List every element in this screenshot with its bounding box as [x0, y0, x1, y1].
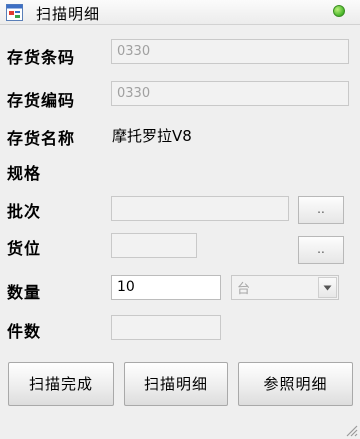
name-label: 存货名称 — [7, 129, 76, 148]
batch-label: 批次 — [7, 202, 42, 221]
qty-input[interactable]: 10 — [111, 275, 221, 300]
batch-field[interactable] — [111, 196, 289, 221]
sku-field[interactable]: 0330 — [111, 39, 349, 64]
scan-detail-button[interactable]: 扫描明细 — [124, 362, 228, 406]
code-label: 存货编码 — [7, 91, 76, 110]
unit-select-value: 台 — [237, 282, 251, 297]
app-icon — [6, 4, 23, 21]
status-indicator-icon — [333, 5, 345, 17]
chevron-down-icon[interactable] — [318, 277, 337, 298]
reference-detail-button[interactable]: 参照明细 — [238, 362, 353, 406]
resize-grip-icon[interactable] — [344, 423, 358, 437]
pieces-label: 件数 — [7, 322, 42, 341]
sku-label: 存货条码 — [7, 48, 76, 67]
location-browse-button[interactable]: .. — [298, 236, 344, 264]
location-field[interactable] — [111, 233, 197, 258]
pieces-field[interactable] — [111, 315, 221, 340]
batch-browse-button[interactable]: .. — [298, 196, 344, 224]
window-title: 扫描明细 — [36, 5, 101, 23]
scan-done-button[interactable]: 扫描完成 — [8, 362, 114, 406]
code-field[interactable]: 0330 — [111, 81, 349, 106]
unit-select[interactable]: 台 — [231, 275, 339, 300]
location-label: 货位 — [7, 239, 42, 258]
qty-label: 数量 — [7, 283, 42, 302]
name-value: 摩托罗拉V8 — [112, 127, 192, 145]
title-bar: 扫描明细 — [0, 0, 360, 25]
spec-label: 规格 — [7, 164, 42, 183]
